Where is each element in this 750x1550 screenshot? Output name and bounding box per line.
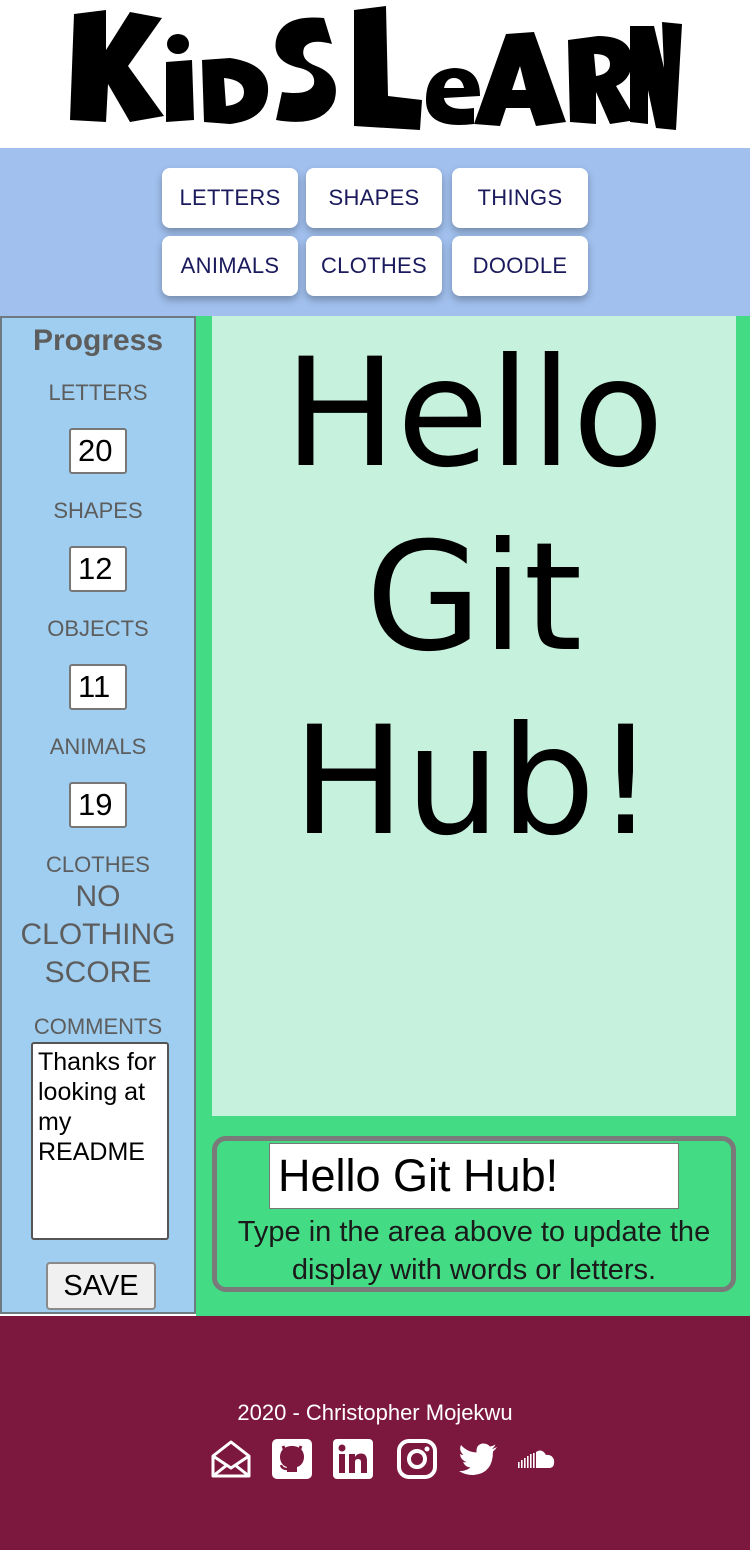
twitter-icon[interactable]	[457, 1438, 499, 1480]
progress-title: Progress	[32, 324, 164, 357]
clothes-score: NO CLOTHING SCORE	[20, 880, 176, 989]
envelope-icon[interactable]	[210, 1438, 252, 1480]
input-container: Hello Git Hub! Type in the area above to…	[212, 1136, 736, 1292]
header	[0, 0, 750, 148]
nav-clothes-button[interactable]: CLOTHES	[306, 236, 442, 296]
comments-label: COMMENTS	[33, 1014, 163, 1039]
word-display: Hello Git Hub!	[212, 316, 736, 1116]
letters-label: LETTERS	[48, 380, 148, 405]
nav-shapes-button[interactable]: SHAPES	[306, 168, 442, 228]
shapes-score: 12	[69, 546, 127, 592]
nav-doodle-button[interactable]: DOODLE	[452, 236, 588, 296]
nav-letters-button[interactable]: LETTERS	[162, 168, 298, 228]
objects-label: OBJECTS	[47, 616, 149, 641]
nav-things-button[interactable]: THINGS	[452, 168, 588, 228]
animals-label: ANIMALS	[49, 734, 147, 759]
progress-sidebar: Progress LETTERS 20 SHAPES 12 OBJECTS 11…	[0, 316, 196, 1314]
footer: 2020 - Christopher Mojekwu	[0, 1316, 750, 1550]
letters-score: 20	[69, 428, 127, 474]
category-nav: LETTERS SHAPES THINGS ANIMALS CLOTHES DO…	[0, 148, 750, 316]
input-help-text: Type in the area above to update the dis…	[237, 1216, 711, 1286]
shapes-label: SHAPES	[53, 498, 143, 523]
display-text-input[interactable]: Hello Git Hub!	[269, 1143, 679, 1209]
soundcloud-icon[interactable]	[516, 1438, 558, 1480]
instagram-icon[interactable]	[396, 1438, 438, 1480]
comments-textarea[interactable]: Thanks for looking at my README	[31, 1042, 169, 1240]
save-button[interactable]: SAVE	[46, 1262, 156, 1310]
nav-animals-button[interactable]: ANIMALS	[162, 236, 298, 296]
main-panel: Hello Git Hub! Hello Git Hub! Type in th…	[196, 316, 750, 1316]
github-icon[interactable]	[271, 1438, 313, 1480]
clothes-label: CLOTHES	[46, 852, 150, 877]
animals-score: 19	[69, 782, 127, 828]
kids-learn-logo	[70, 6, 682, 130]
footer-credit: 2020 - Christopher Mojekwu	[237, 1400, 513, 1425]
objects-score: 11	[69, 664, 127, 710]
linkedin-icon[interactable]	[332, 1438, 374, 1480]
